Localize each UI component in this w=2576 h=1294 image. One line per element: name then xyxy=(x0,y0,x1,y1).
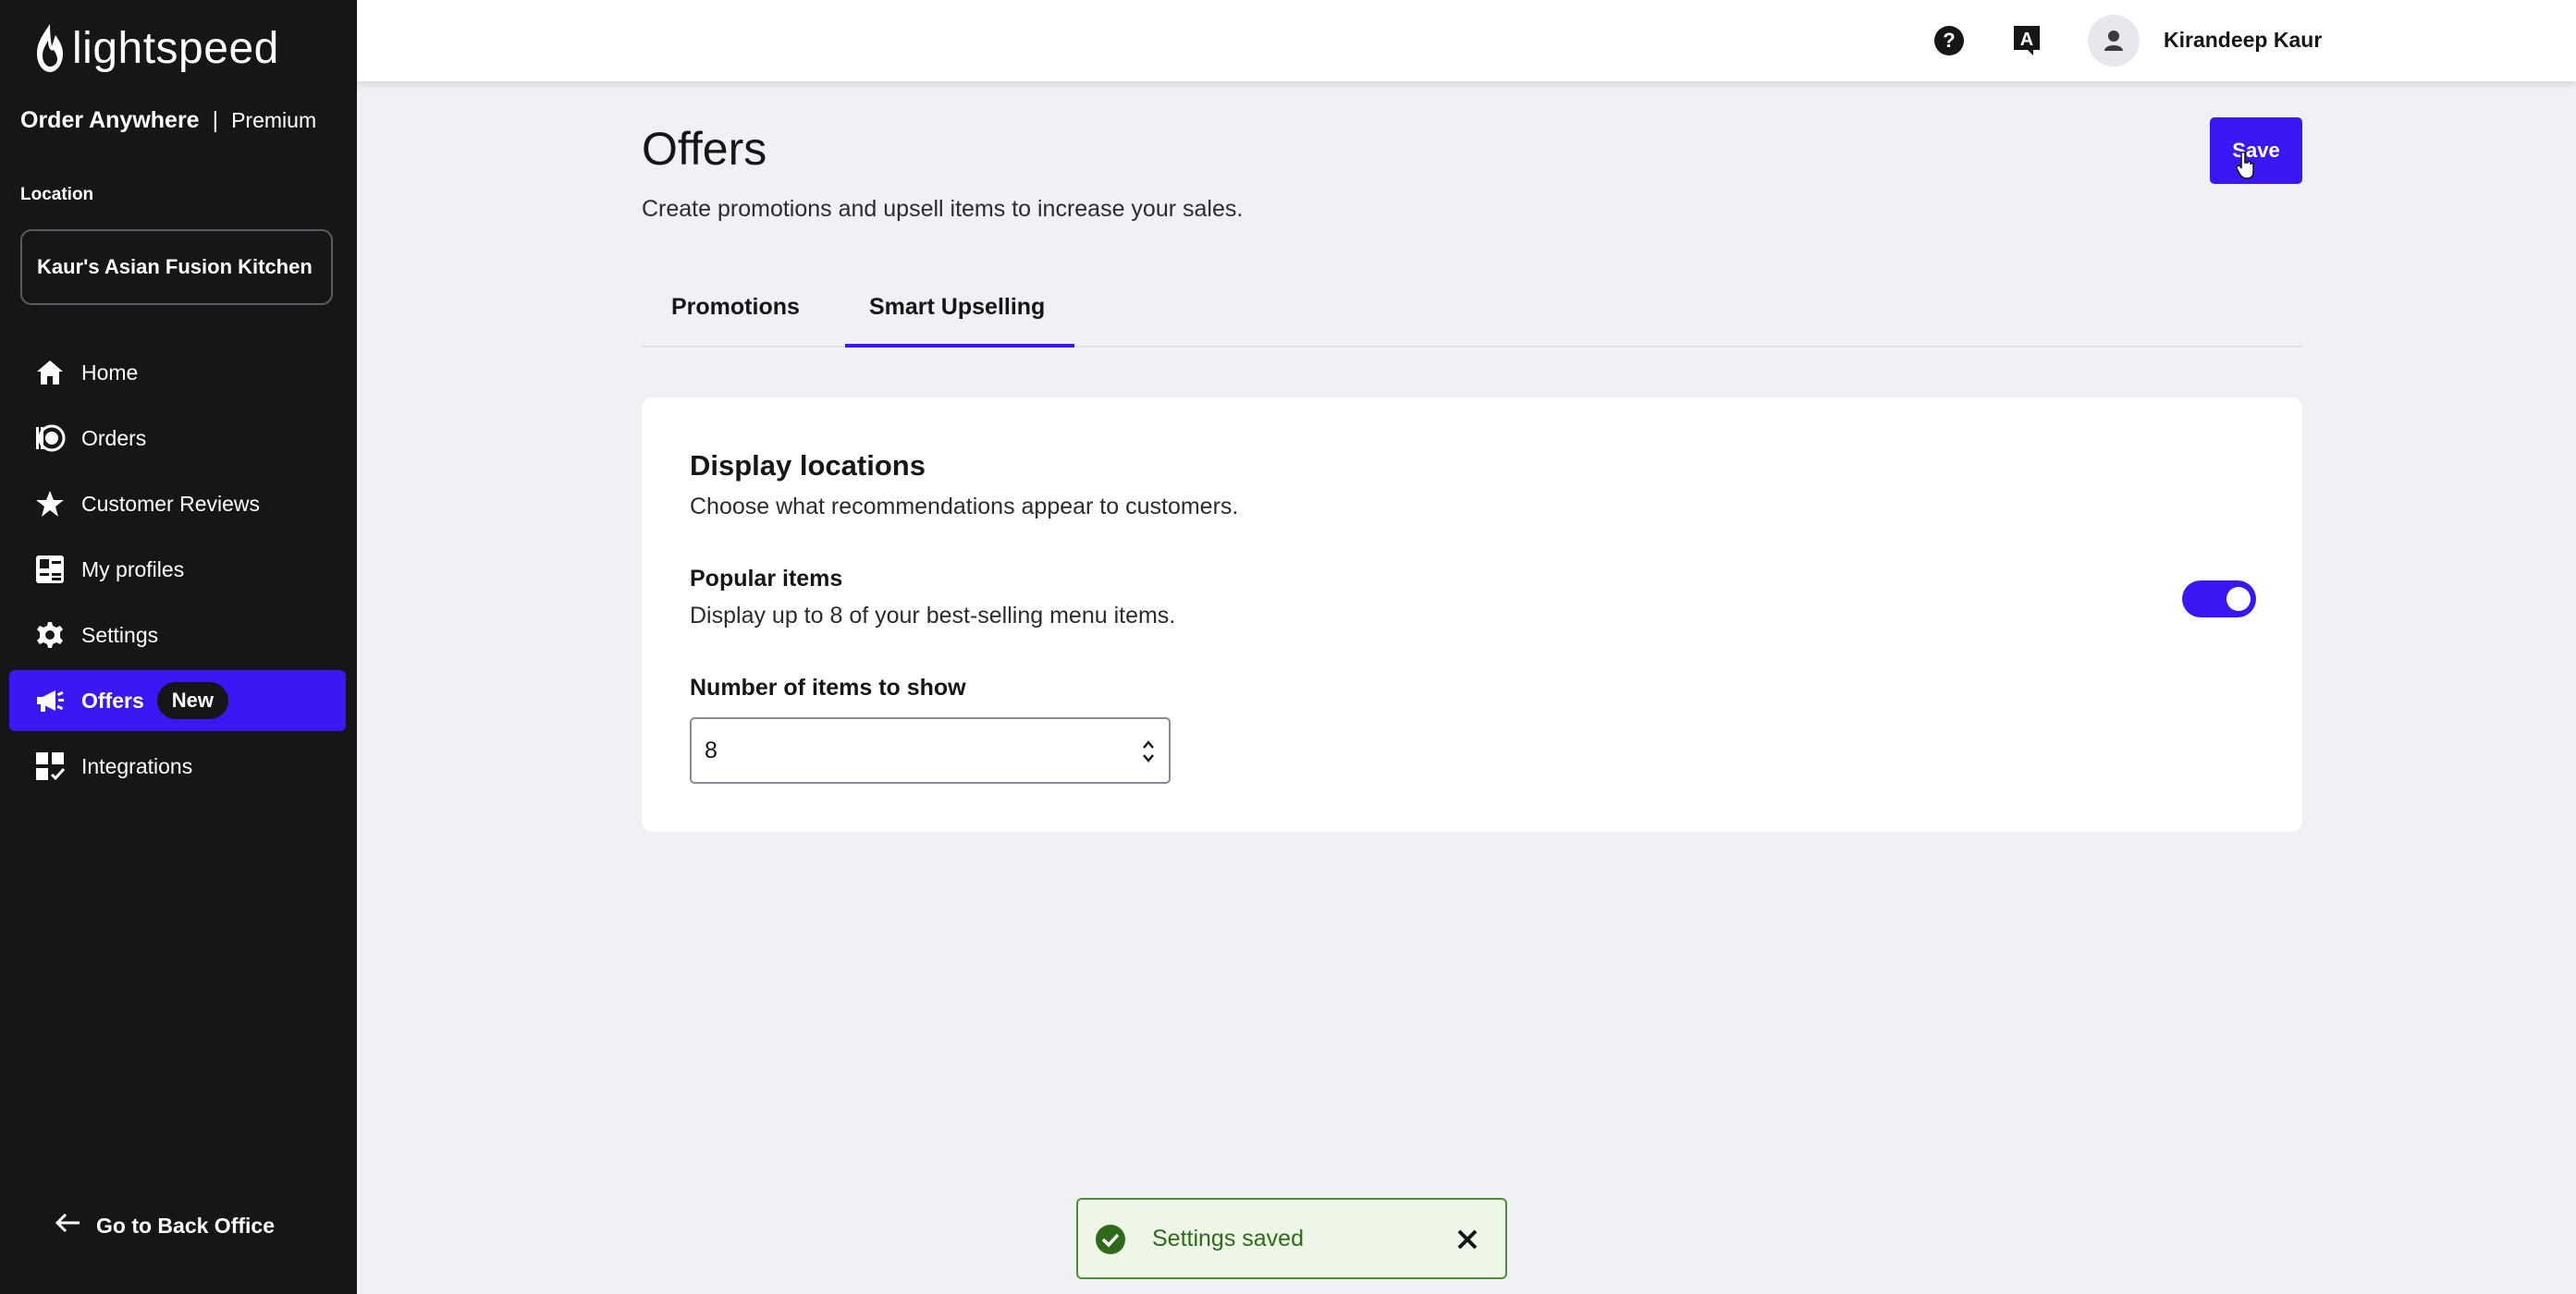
sidebar-item-label: My profiles xyxy=(81,556,185,581)
sidebar-item-settings[interactable]: Settings xyxy=(9,604,346,665)
sidebar-item-label: Customer Reviews xyxy=(81,491,260,516)
product-name: Order Anywhere xyxy=(20,107,200,133)
mouse-pointer-icon xyxy=(2236,152,2254,179)
product-heading: Order Anywhere | Premium xyxy=(20,107,316,134)
user-name[interactable]: Kirandeep Kaur xyxy=(2164,28,2322,53)
star-icon xyxy=(33,487,67,520)
logo-text: lightspeed xyxy=(72,23,279,73)
tab-smart-upselling[interactable]: Smart Upselling xyxy=(869,294,1045,321)
location-selector[interactable]: Kaur's Asian Fusion Kitchen xyxy=(20,229,333,305)
integrations-icon xyxy=(33,750,67,783)
orders-icon xyxy=(33,421,67,455)
sidebar-item-label: Orders xyxy=(81,425,147,450)
sidebar-item-label: Offers xyxy=(81,688,144,713)
product-tier: Premium xyxy=(231,108,317,132)
close-icon[interactable] xyxy=(1452,1224,1483,1255)
tab-promotions[interactable]: Promotions xyxy=(671,294,800,321)
sidebar-item-integrations[interactable]: Integrations xyxy=(9,736,346,797)
active-tab-indicator xyxy=(845,344,1074,348)
page-title: Offers xyxy=(642,123,767,175)
quantity-stepper[interactable]: 8 xyxy=(690,717,1171,784)
tab-bar: Promotions Smart Upselling xyxy=(642,277,2302,348)
language-icon[interactable]: A xyxy=(2008,22,2045,59)
card-description: Choose what recommendations appear to cu… xyxy=(690,494,1239,519)
popular-items-description: Display up to 8 of your best-selling men… xyxy=(690,603,1176,629)
location-value: Kaur's Asian Fusion Kitchen xyxy=(37,255,313,278)
arrow-left-icon xyxy=(55,1213,81,1239)
popular-items-toggle[interactable] xyxy=(2182,580,2256,617)
sidebar-item-orders[interactable]: Orders xyxy=(9,408,346,469)
page-subtitle: Create promotions and upsell items to in… xyxy=(642,196,1244,222)
card-title: Display locations xyxy=(690,449,926,482)
sidebar-item-home[interactable]: Home xyxy=(9,342,346,403)
svg-text:?: ? xyxy=(1943,29,1955,52)
save-button[interactable]: Save xyxy=(2210,117,2302,184)
new-badge: New xyxy=(156,682,228,719)
top-bar: ? A Kirandeep Kaur xyxy=(357,0,2576,81)
quantity-label: Number of items to show xyxy=(690,675,966,701)
display-locations-card: Display locations Choose what recommenda… xyxy=(642,397,2302,832)
megaphone-icon xyxy=(33,684,67,717)
help-icon[interactable]: ? xyxy=(1931,22,1968,59)
gear-icon xyxy=(33,618,67,652)
sidebar-item-label: Settings xyxy=(81,622,159,647)
sidebar-item-my-profiles[interactable]: My profiles xyxy=(9,539,346,600)
sidebar-item-label: Home xyxy=(81,360,139,385)
quantity-value: 8 xyxy=(705,737,718,763)
sidebar-nav: Home Orders Customer Reviews My profiles… xyxy=(9,342,346,801)
sidebar: lightspeed Order Anywhere | Premium Loca… xyxy=(0,0,357,1294)
success-toast: Settings saved xyxy=(1076,1198,1507,1279)
profiles-icon xyxy=(33,553,67,586)
user-icon xyxy=(2104,31,2123,51)
sidebar-item-label: Integrations xyxy=(81,753,193,778)
flame-logo-icon xyxy=(37,24,63,72)
location-label: Location xyxy=(20,185,94,204)
back-office-link[interactable]: Go to Back Office xyxy=(55,1213,275,1239)
check-circle-icon xyxy=(1096,1225,1125,1254)
lightspeed-logo[interactable]: lightspeed xyxy=(33,22,279,74)
back-office-label: Go to Back Office xyxy=(96,1213,275,1238)
product-separator: | xyxy=(212,107,219,133)
toast-message: Settings saved xyxy=(1152,1226,1304,1251)
stepper-arrows-icon[interactable] xyxy=(1141,738,1156,765)
svg-text:A: A xyxy=(2020,30,2033,50)
sidebar-item-offers[interactable]: Offers New xyxy=(9,670,346,731)
user-avatar[interactable] xyxy=(2088,15,2140,67)
sidebar-item-customer-reviews[interactable]: Customer Reviews xyxy=(9,473,346,534)
popular-items-title: Popular items xyxy=(690,566,843,592)
home-icon xyxy=(33,356,67,389)
toggle-knob xyxy=(2226,587,2251,611)
